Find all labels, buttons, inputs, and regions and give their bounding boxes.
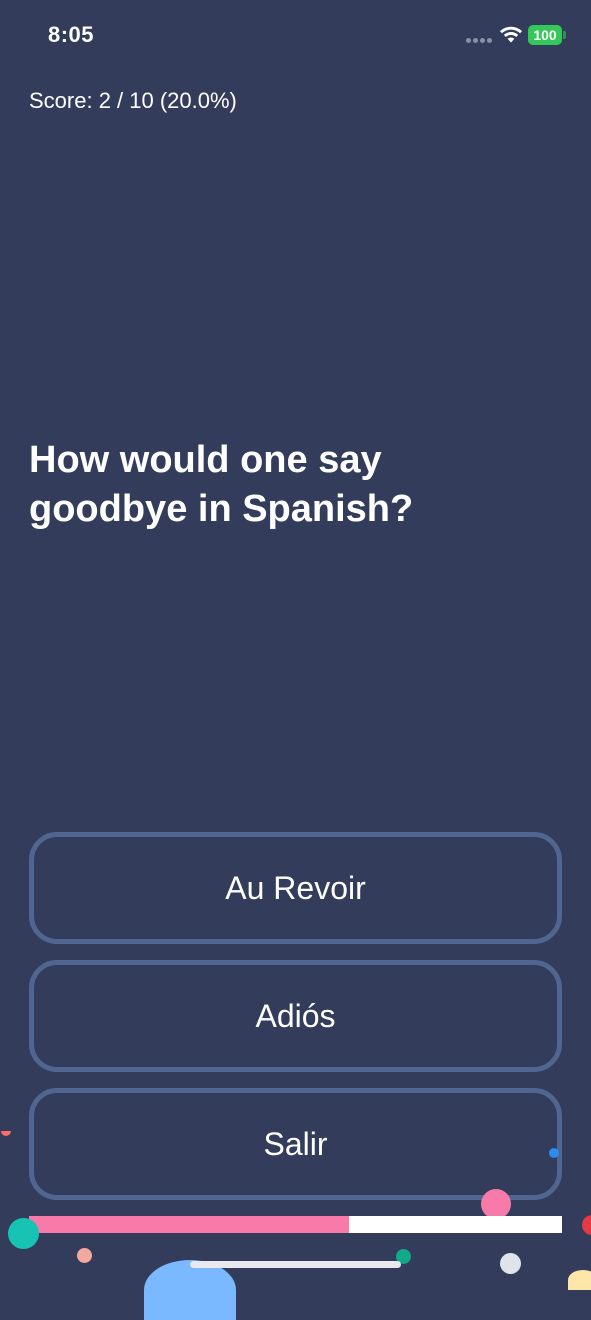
score-label: Score: 2 / 10 (20.0%) — [29, 88, 237, 113]
answer-button-1[interactable]: Au Revoir — [29, 832, 562, 944]
confetti-dot — [500, 1253, 521, 1274]
battery-nub — [563, 31, 566, 39]
confetti-dot — [549, 1148, 559, 1158]
battery-icon: 100 — [528, 25, 562, 45]
progress-bar-fill — [29, 1216, 349, 1233]
confetti-dot — [8, 1218, 39, 1249]
cellular-signal-icon — [466, 38, 494, 44]
answer-button-3[interactable]: Salir — [29, 1088, 562, 1200]
confetti-dot — [144, 1260, 236, 1320]
confetti-dot — [481, 1189, 511, 1219]
status-bar: 8:05 100 — [0, 0, 591, 72]
question-text: How would one say goodbye in Spanish? — [29, 439, 414, 530]
status-time: 8:05 — [48, 22, 95, 47]
confetti-dot — [582, 1215, 591, 1235]
confetti-dot — [568, 1270, 591, 1290]
wifi-icon — [500, 26, 522, 43]
home-indicator[interactable] — [190, 1261, 401, 1268]
progress-bar — [29, 1216, 562, 1233]
answer-button-2[interactable]: Adiós — [29, 960, 562, 1072]
confetti-dot — [77, 1248, 92, 1263]
confetti-dot — [1, 1131, 11, 1136]
